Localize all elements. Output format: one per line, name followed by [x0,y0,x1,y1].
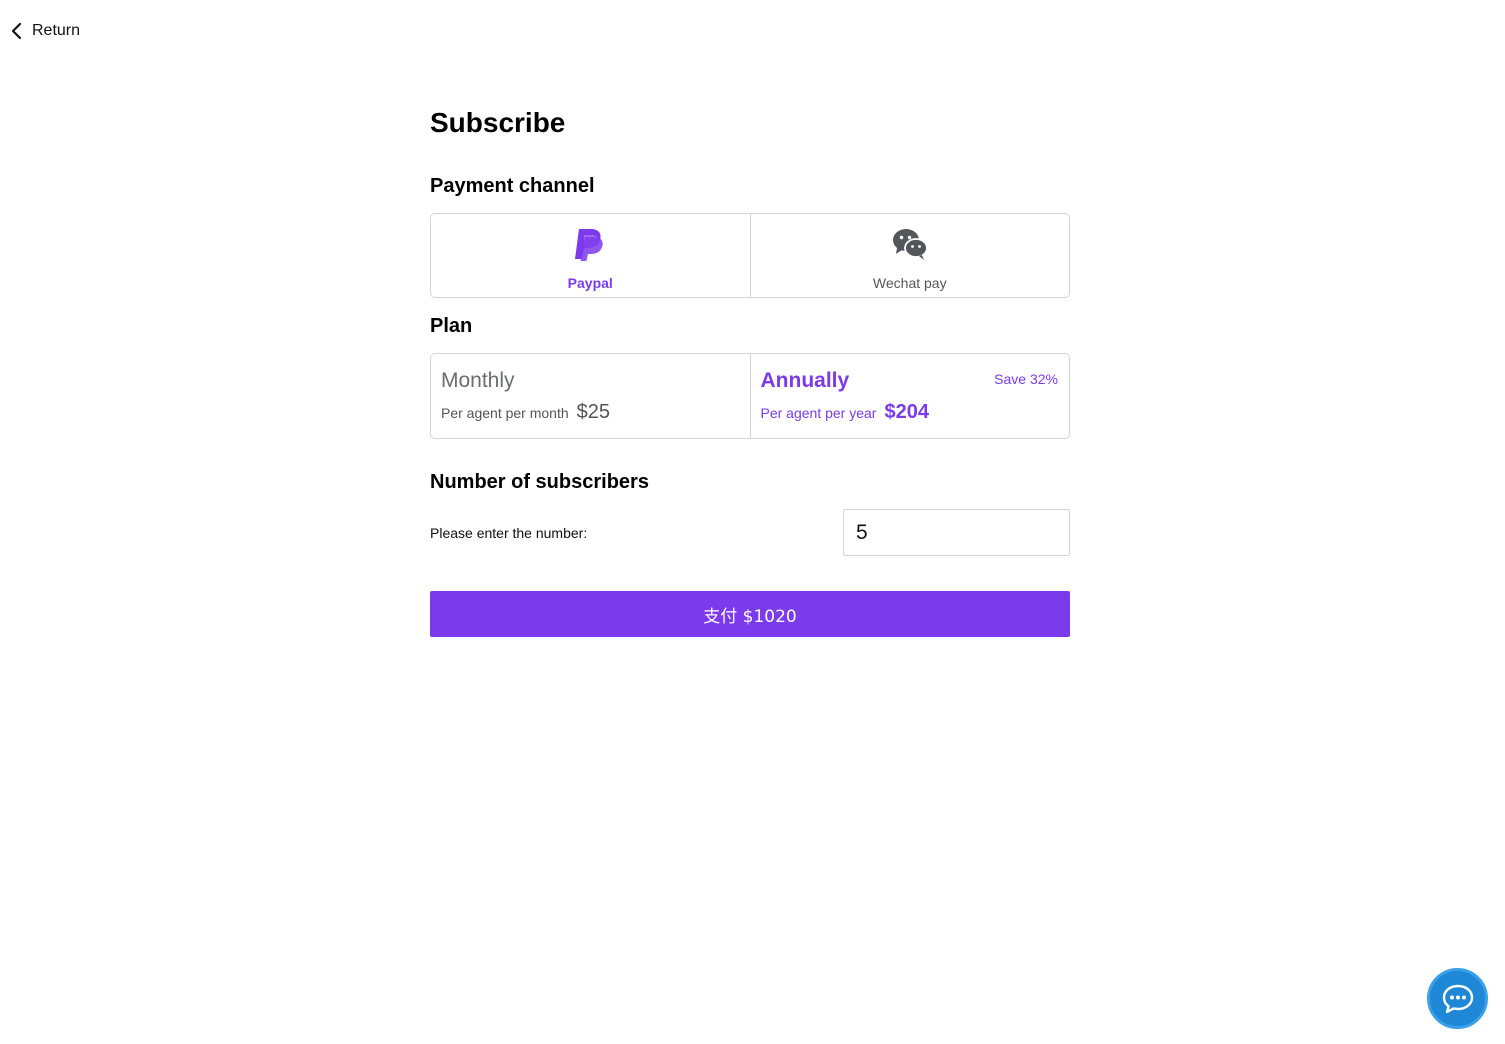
plan-option-annually[interactable]: Annually Save 32% Per agent per year $20… [749,354,1070,438]
payment-channel-title: Payment channel [430,175,595,197]
subscribers-row: Please enter the number: [430,509,1127,556]
subscribers-title: Number of subscribers [430,471,649,493]
paypal-label: Paypal [567,275,613,291]
plan-name: Monthly [441,369,515,392]
return-link[interactable]: Return [10,21,80,41]
plan-price: $25 [576,401,611,423]
plan-group: Monthly Per agent per month $25 Annually… [430,353,1070,439]
wechat-label: Wechat pay [872,275,947,291]
plan-description: Per agent per month [441,405,569,421]
plan-option-monthly[interactable]: Monthly Per agent per month $25 [431,354,750,438]
subscribers-input-wrapper [843,509,1127,556]
subscribers-input[interactable] [856,520,1127,545]
chat-bubble-icon [1442,984,1473,1013]
save-badge: Save 32% [994,371,1058,387]
return-label: Return [32,22,81,39]
payment-option-paypal[interactable]: Paypal [431,214,750,297]
plan-title: Plan [430,315,473,337]
subscribers-prompt: Please enter the number: [430,524,588,541]
payment-option-wechat[interactable]: Wechat pay [749,214,1070,297]
chevron-left-icon [11,22,22,40]
wechat-icon [892,229,928,260]
paypal-icon [575,229,603,261]
chat-widget-button[interactable] [1427,968,1488,1029]
pay-button[interactable]: 支付 $1020 [430,591,1070,637]
plan-description: Per agent per year [760,405,877,421]
payment-channel-group: Paypal Wechat pay [430,213,1070,298]
subscribe-panel: Subscribe Payment channel Paypal Wechat [430,106,1127,637]
plan-price: $204 [884,401,929,423]
page-title: Subscribe [430,107,566,138]
